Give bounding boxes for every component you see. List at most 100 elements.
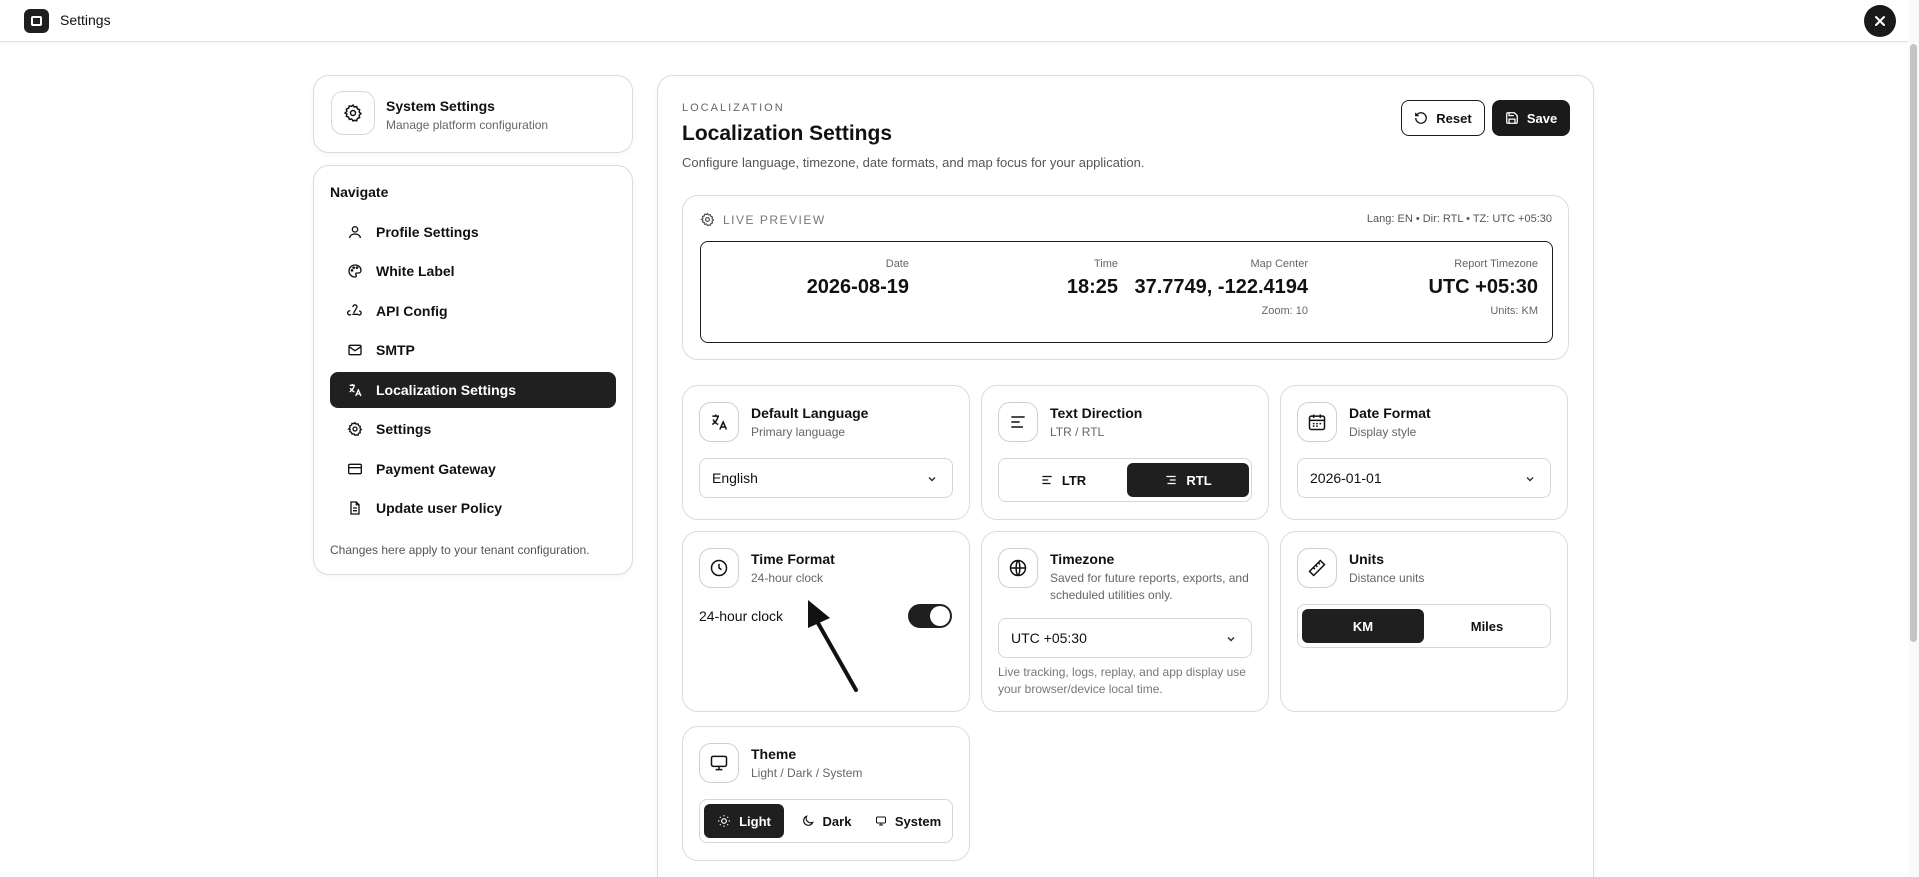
- monitor-icon: [875, 816, 886, 826]
- units-title: Units: [1349, 551, 1384, 567]
- reset-button[interactable]: Reset: [1401, 100, 1485, 136]
- close-button[interactable]: [1864, 5, 1896, 37]
- align-right-icon: [1166, 475, 1177, 485]
- preview-date-value: 2026-08-19: [806, 276, 909, 298]
- km-label: KM: [1352, 618, 1374, 634]
- sidebar-item-settings[interactable]: Settings: [330, 411, 616, 447]
- rtl-button[interactable]: RTL: [1127, 463, 1249, 497]
- miles-button[interactable]: Miles: [1426, 609, 1548, 643]
- miles-label: Miles: [1470, 618, 1504, 634]
- globe-icon: [998, 548, 1038, 588]
- preview-time-value: 18:25: [1066, 276, 1118, 298]
- sidebar-item-label: Localization Settings: [376, 382, 517, 398]
- languages-icon: [699, 402, 739, 442]
- text-direction-subtitle: LTR / RTL: [1050, 425, 1105, 439]
- rtl-label: RTL: [1186, 472, 1212, 488]
- theme-card: Theme Light / Dark / System Light Dark S…: [682, 726, 970, 861]
- languages-icon: [346, 382, 364, 398]
- system-label: System: [894, 813, 942, 829]
- sidebar-item-profile-settings[interactable]: Profile Settings: [330, 214, 616, 250]
- language-select[interactable]: English: [699, 458, 953, 498]
- units-subtitle: Distance units: [1349, 571, 1425, 585]
- date-format-subtitle: Display style: [1349, 425, 1417, 439]
- light-theme-button[interactable]: Light: [704, 804, 784, 838]
- dark-theme-button[interactable]: Dark: [788, 804, 864, 838]
- date-format-title: Date Format: [1349, 405, 1431, 421]
- time-format-title: Time Format: [751, 551, 835, 567]
- system-settings-card: System Settings Manage platform configur…: [313, 75, 633, 153]
- sidebar-item-label: White Label: [376, 263, 455, 279]
- gear-icon: [346, 421, 364, 437]
- file-text-icon: [346, 500, 364, 516]
- gear-icon: [331, 91, 375, 135]
- default-language-card: Default Language Primary language Englis…: [682, 385, 970, 520]
- preview-map-value: 37.7749, -122.4194: [1134, 276, 1309, 298]
- chevron-down-icon: [1227, 636, 1235, 642]
- timezone-select[interactable]: UTC +05:30: [998, 618, 1252, 658]
- default-language-title: Default Language: [751, 405, 869, 421]
- ruler-icon: [1297, 548, 1337, 588]
- save-button[interactable]: Save: [1492, 100, 1570, 136]
- nav-footer-note: Changes here apply to your tenant config…: [330, 543, 590, 557]
- 24-hour-clock-toggle[interactable]: [908, 604, 952, 628]
- calendar-icon: [1297, 402, 1337, 442]
- close-icon: [1875, 16, 1885, 26]
- timezone-note: Live tracking, logs, replay, and app dis…: [998, 665, 1246, 696]
- sidebar-item-label: API Config: [376, 303, 448, 319]
- ltr-button[interactable]: LTR: [1003, 463, 1123, 497]
- sidebar-item-label: Profile Settings: [376, 224, 479, 240]
- moon-icon: [802, 815, 814, 826]
- light-label: Light: [739, 813, 771, 829]
- units-toggle-group: KM Miles: [1297, 604, 1551, 648]
- navigation-card: Navigate Profile Settings White Label AP…: [313, 165, 633, 575]
- dark-label: Dark: [822, 813, 852, 829]
- live-preview-card: LIVE PREVIEW Lang: EN • Dir: RTL • TZ: U…: [682, 195, 1569, 360]
- app-logo: [24, 9, 49, 33]
- date-format-card: Date Format Display style 2026-01-01: [1280, 385, 1568, 520]
- chevron-down-icon: [1526, 476, 1534, 482]
- text-direction-title: Text Direction: [1050, 405, 1143, 421]
- scrollbar-thumb[interactable]: [1910, 44, 1917, 642]
- date-format-select[interactable]: 2026-01-01: [1297, 458, 1551, 498]
- page-subtitle: Configure language, timezone, date forma…: [682, 155, 1145, 170]
- sidebar-item-localization-settings[interactable]: Localization Settings: [330, 372, 616, 408]
- annotation-arrow: [808, 600, 858, 692]
- sidebar-item-smtp[interactable]: SMTP: [330, 332, 616, 368]
- mail-icon: [346, 342, 364, 358]
- sidebar-item-label: Settings: [376, 421, 432, 437]
- time-format-subtitle: 24-hour clock: [751, 571, 824, 585]
- text-direction-card: Text Direction LTR / RTL LTR RTL: [981, 385, 1269, 520]
- sidebar-item-api-config[interactable]: API Config: [330, 293, 616, 329]
- direction-toggle-group: LTR RTL: [998, 458, 1252, 502]
- km-button[interactable]: KM: [1302, 609, 1424, 643]
- clock-icon: [699, 548, 739, 588]
- sidebar-item-payment-gateway[interactable]: Payment Gateway: [330, 451, 616, 487]
- system-theme-button[interactable]: System: [866, 804, 950, 838]
- preview-tz-value: UTC +05:30: [1428, 276, 1539, 298]
- timezone-card: Timezone Saved for future reports, expor…: [981, 531, 1269, 712]
- section-eyebrow: LOCALIZATION: [682, 102, 785, 114]
- top-bar: Settings: [0, 0, 1908, 42]
- units-card: Units Distance units KM Miles: [1280, 531, 1568, 712]
- sidebar-item-label: SMTP: [376, 342, 415, 358]
- system-settings-subtitle: Manage platform configuration: [386, 118, 549, 132]
- user-icon: [346, 224, 364, 240]
- preview-report-timezone: Report Timezone UTC +05:30 Units: KM: [1321, 258, 1539, 317]
- scrollbar[interactable]: [1908, 0, 1919, 877]
- app-title: Settings: [60, 12, 111, 28]
- rotate-ccw-icon: [1415, 112, 1428, 124]
- live-preview-label: LIVE PREVIEW: [723, 213, 826, 227]
- language-select-value: English: [712, 470, 758, 486]
- 24-hour-clock-label: 24-hour clock: [699, 608, 784, 624]
- align-left-icon: [1042, 475, 1052, 485]
- preview-units: Units: KM: [1490, 305, 1538, 317]
- align-left-icon: [998, 402, 1038, 442]
- timezone-select-value: UTC +05:30: [1011, 630, 1087, 646]
- sidebar-item-white-label[interactable]: White Label: [330, 253, 616, 289]
- sidebar-item-update-user-policy[interactable]: Update user Policy: [330, 490, 616, 526]
- credit-card-icon: [346, 461, 364, 477]
- default-language-subtitle: Primary language: [751, 425, 846, 439]
- live-preview-meta: Lang: EN • Dir: RTL • TZ: UTC +05:30: [1366, 213, 1552, 225]
- localization-settings-panel: LOCALIZATION Localization Settings Confi…: [657, 75, 1594, 877]
- theme-subtitle: Light / Dark / System: [751, 766, 863, 780]
